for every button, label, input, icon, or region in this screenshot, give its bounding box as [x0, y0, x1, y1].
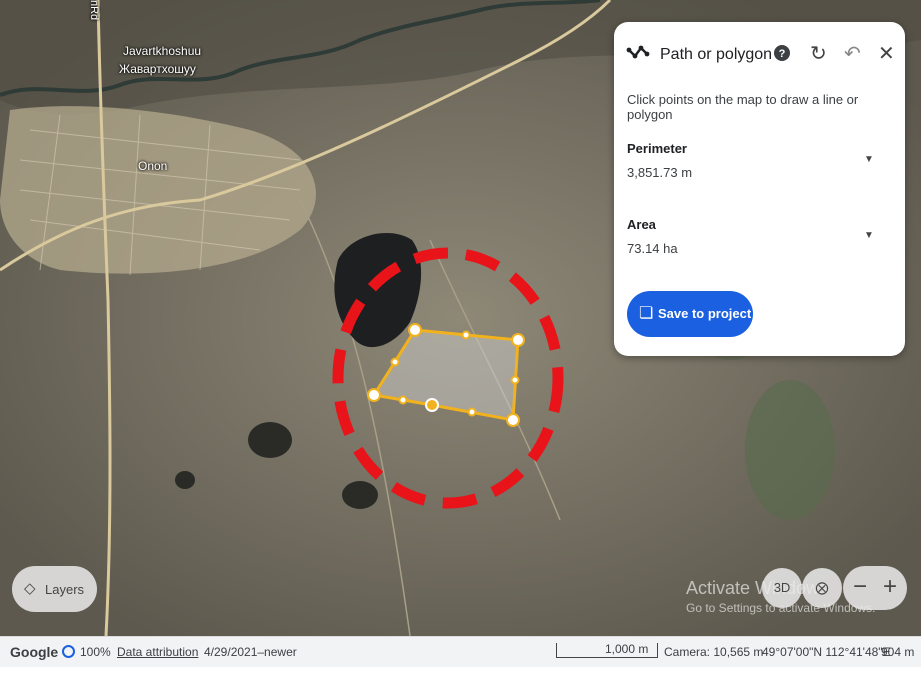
svg-text:?: ?: [779, 48, 786, 60]
perimeter-label: Perimeter: [627, 141, 687, 156]
place-label-latin: Javartkhoshuu: [123, 44, 202, 58]
redo-icon[interactable]: ↻: [810, 42, 827, 66]
green-patch: [745, 380, 835, 520]
three-d-button[interactable]: 3D: [762, 568, 802, 608]
compass-icon: ⨂: [815, 580, 829, 595]
bookmark-icon: ❏: [639, 305, 654, 322]
load-percent: 100%: [80, 645, 111, 659]
close-icon[interactable]: ✕: [878, 42, 895, 66]
town-label: Onon: [138, 159, 168, 173]
dark-patch: [342, 481, 378, 509]
zoom-in-button[interactable]: +: [883, 572, 897, 602]
area-label: Area: [627, 217, 656, 232]
undo-icon[interactable]: ↶: [844, 42, 861, 66]
panel-header: Path or polygon ? ↻ ↶ ✕: [614, 22, 905, 86]
camera-altitude: Camera: 10,565 m: [664, 645, 764, 659]
status-bar: Google 100% Data attribution 4/29/2021–n…: [0, 636, 921, 667]
road-label: nRd: [88, 0, 100, 21]
save-button-label: Save to project: [658, 306, 752, 321]
google-brand: Google: [10, 644, 59, 660]
path-polygon-panel: Path or polygon ? ↻ ↶ ✕ Click points on …: [614, 22, 905, 356]
place-label-cyrillic: Жавартхошуу: [119, 62, 196, 76]
coordinates: 49°07'00"N 112°41'48"E: [762, 645, 891, 659]
area-units-dropdown[interactable]: ▼: [864, 230, 874, 241]
save-to-project-button[interactable]: ❏ Save to project: [627, 291, 753, 337]
perimeter-units-dropdown[interactable]: ▼: [864, 154, 874, 165]
bottom-strip: [0, 667, 921, 682]
data-attribution-link[interactable]: Data attribution: [117, 645, 198, 659]
loading-ring-icon: [62, 645, 75, 658]
zoom-control: − +: [843, 566, 907, 610]
help-icon[interactable]: ?: [773, 44, 791, 68]
layers-label: Layers: [45, 582, 85, 597]
dark-patch: [248, 422, 292, 458]
zoom-out-button[interactable]: −: [853, 572, 867, 602]
panel-title: Path or polygon: [660, 46, 773, 63]
elevation: 904 m: [881, 645, 915, 659]
path-icon: [626, 42, 650, 68]
compass-button[interactable]: ⨂: [802, 568, 842, 608]
perimeter-value: 3,851.73 m: [627, 165, 693, 180]
scale-label: 1,000 m: [605, 642, 649, 656]
dark-patch: [175, 471, 195, 489]
layers-button[interactable]: ◇ Layers: [12, 566, 97, 612]
active-vertex[interactable]: [425, 398, 439, 412]
imagery-date: 4/29/2021–newer: [204, 645, 297, 659]
panel-hint: Click points on the map to draw a line o…: [627, 92, 859, 122]
area-value: 73.14 ha: [627, 241, 678, 256]
layers-icon: ◇: [24, 580, 36, 597]
